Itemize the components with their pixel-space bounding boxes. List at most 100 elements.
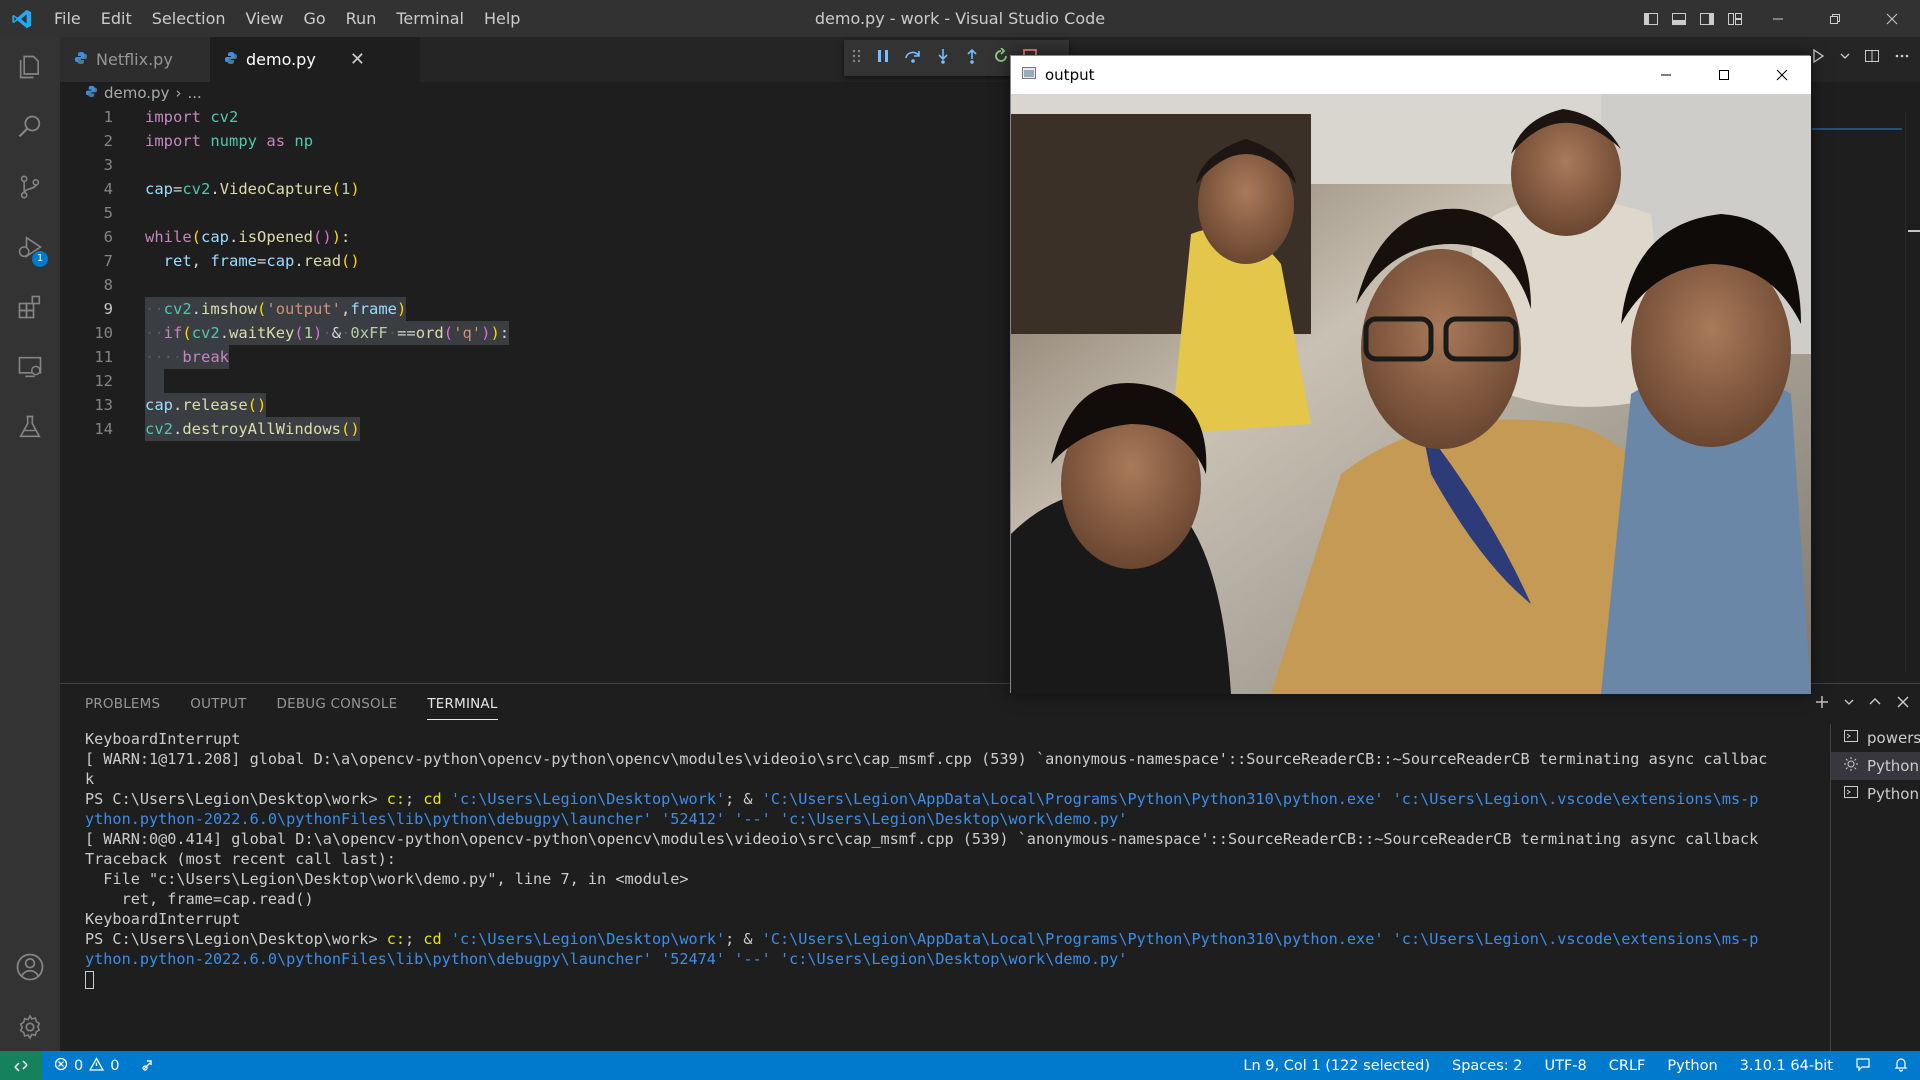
chevron-down-icon[interactable] [1844,694,1854,714]
terminal-instance-python-debug[interactable]: Python Deb... [1831,752,1920,780]
breadcrumb-rest[interactable]: ... [187,84,201,102]
customize-layout-icon[interactable] [1721,0,1749,37]
end-of-line[interactable]: CRLF [1598,1058,1657,1074]
terminal-line: Traceback (most recent call last): [85,850,396,868]
chevron-down-icon[interactable] [1840,48,1850,68]
terminal-instance-powershell[interactable]: powershell [1831,724,1920,752]
indentation[interactable]: Spaces: 2 [1441,1058,1533,1074]
terminal-icon [1843,784,1859,804]
restart-icon[interactable] [993,47,1009,68]
remote-explorer-icon[interactable] [0,337,60,397]
language-mode[interactable]: Python [1656,1058,1728,1074]
pause-icon[interactable] [875,48,891,68]
run-python-file-icon[interactable] [1810,48,1826,68]
minimize-icon[interactable] [1637,56,1695,94]
code-line: 4 cap=cv2.VideoCapture(1) [103,180,360,198]
debug-badge: 1 [32,251,48,267]
code-line: 11 ····break [60,345,1010,369]
terminal-line: [ WARN:1@171.208] global D:\a\opencv-pyt… [85,750,1768,768]
python-file-icon [74,50,88,69]
close-panel-icon[interactable] [1896,695,1910,713]
opencv-title-bar[interactable]: output [1011,56,1811,94]
editor-scrollbar[interactable] [1905,112,1920,672]
run-and-debug-icon[interactable]: 1 [0,217,60,277]
tab-debug-console[interactable]: DEBUG CONSOLE [277,684,398,724]
code-editor[interactable]: 1 import cv2 2 import numpy as np 3 4 cap=c… [60,105,1010,441]
warning-count: 0 [110,1057,120,1074]
toggle-secondary-sidebar-icon[interactable] [1693,0,1721,37]
remote-indicator-icon[interactable] [0,1051,42,1080]
new-terminal-icon[interactable] [1814,694,1830,714]
menu-terminal[interactable]: Terminal [386,0,474,37]
warning-icon [89,1056,105,1075]
breadcrumb-file[interactable]: demo.py [104,84,169,102]
code-line: 10 ··if(cv2.waitKey(1)·&·0xFF·==ord('q'))… [60,321,1010,345]
bottom-panel: PROBLEMS OUTPUT DEBUG CONSOLE TERMINAL K… [60,683,1920,1052]
terminal-line: File "c:\Users\Legion\Desktop\work\demo.… [85,870,689,888]
close-icon[interactable] [1753,56,1811,94]
cursor-position[interactable]: Ln 9, Col 1 (122 selected) [1232,1058,1441,1074]
settings-gear-icon[interactable] [0,997,60,1057]
python-file-icon [85,84,98,102]
live-share-icon[interactable] [141,1056,157,1076]
minimize-icon[interactable] [1749,0,1806,37]
terminal-line: ython.python-2022.6.0\pythonFiles\lib\py… [85,950,1128,968]
menu-view[interactable]: View [236,0,294,37]
terminal-instance-python[interactable]: Python [1831,780,1920,808]
menu-file[interactable]: File [44,0,91,37]
tab-demo-py[interactable]: demo.py ✕ [210,37,420,82]
toggle-primary-sidebar-icon[interactable] [1637,0,1665,37]
terminal-line: PS C:\Users\Legion\Desktop\work> c:; cd … [85,790,1759,808]
tab-netflix-py[interactable]: Netflix.py [60,37,210,82]
step-over-icon[interactable] [904,48,922,68]
close-tab-icon[interactable]: ✕ [350,49,365,70]
terminal-line: KeyboardInterrupt [85,730,241,748]
python-interpreter[interactable]: 3.10.1 64-bit [1729,1058,1844,1074]
code-line: 12 [60,369,1010,393]
menu-go[interactable]: Go [293,0,335,37]
explorer-icon[interactable] [0,37,60,97]
menu-edit[interactable]: Edit [91,0,142,37]
split-editor-icon[interactable] [1864,48,1880,68]
menu-help[interactable]: Help [474,0,530,37]
step-into-icon[interactable] [935,48,951,68]
feedback-icon[interactable] [1844,1056,1882,1076]
error-count: 0 [74,1057,84,1074]
code-line: 1 import cv2 [103,108,239,126]
maximize-icon[interactable] [1695,56,1753,94]
panel-actions [1814,694,1910,714]
search-icon[interactable] [0,97,60,157]
restore-icon[interactable] [1806,0,1863,37]
maximize-panel-icon[interactable] [1868,694,1882,714]
panel-tabs: PROBLEMS OUTPUT DEBUG CONSOLE TERMINAL [85,684,498,724]
problems-status[interactable]: 0 0 [54,1056,157,1076]
status-bar: 0 0 Ln 9, Col 1 (122 selected) Spaces: 2… [0,1051,1920,1080]
source-control-icon[interactable] [0,157,60,217]
toggle-panel-icon[interactable] [1665,0,1693,37]
extensions-icon[interactable] [0,277,60,337]
title-bar: File Edit Selection View Go Run Terminal… [0,0,1920,37]
testing-icon[interactable] [0,397,60,457]
code-line: 7 ret, frame=cap.read() [103,252,360,270]
close-window-icon[interactable] [1863,0,1920,37]
tab-problems[interactable]: PROBLEMS [85,684,160,724]
encoding[interactable]: UTF-8 [1533,1058,1597,1074]
more-actions-icon[interactable] [1894,48,1910,68]
notifications-bell-icon[interactable] [1882,1056,1920,1076]
tab-label: demo.py [246,50,316,69]
terminal-output[interactable]: KeyboardInterrupt [ WARN:1@171.208] glob… [85,729,1830,989]
code-line: 6 while(cap.isOpened()): [103,228,351,246]
accounts-icon[interactable] [0,937,60,997]
menu-selection[interactable]: Selection [142,0,236,37]
tab-output[interactable]: OUTPUT [190,684,246,724]
minimap-selection [1812,128,1902,130]
drag-handle-icon[interactable] [852,48,862,68]
step-out-icon[interactable] [964,48,980,68]
debug-gear-icon [1843,756,1859,776]
terminal-line: ret, frame=cap.read() [85,890,314,908]
terminal-line: PS C:\Users\Legion\Desktop\work> c:; cd … [85,930,1759,948]
menu-run[interactable]: Run [336,0,387,37]
tab-terminal[interactable]: TERMINAL [427,689,498,720]
breadcrumb: demo.py › ... [85,84,202,102]
chevron-right-icon: › [175,84,182,102]
